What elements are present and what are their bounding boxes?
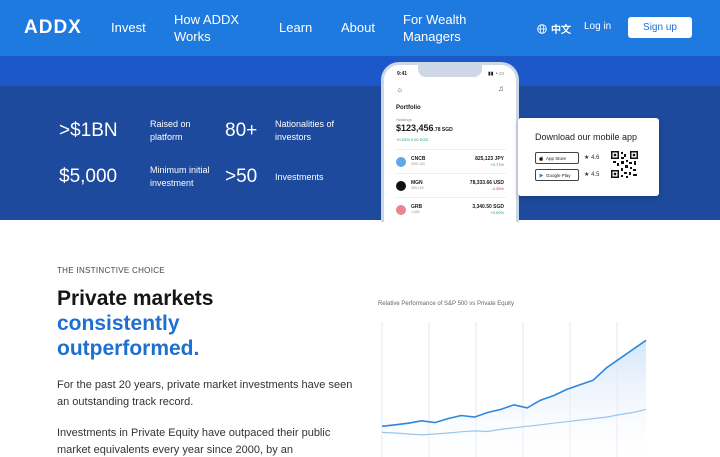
bell-icon: ♫ (498, 84, 504, 93)
signal-icon: ▮▮ ◔ ▭ (487, 71, 504, 77)
chart-title: Relative Performance of S&P 500 vs Priva… (378, 301, 514, 307)
phone-mockup: 9:41 ▮▮ ◔ ▭ ☼ ♫ Portfolio Holdings $123,… (381, 62, 519, 222)
google-play-icon (539, 173, 544, 177)
asset-sub: 1,650 (411, 210, 420, 214)
google-play-label: Google Play (546, 172, 571, 178)
stat-value-investments: >50 (225, 166, 258, 187)
section-paragraph-2: Investments in Private Equity have outpa… (57, 427, 331, 456)
signup-button[interactable]: Sign up (628, 17, 692, 38)
nav-learn[interactable]: Learn (279, 19, 312, 36)
app-store-label: App Store (546, 155, 567, 161)
asset-change: -4.35% (491, 186, 504, 191)
performance-chart (381, 322, 647, 457)
apple-icon (539, 155, 543, 161)
nav-about[interactable]: About (341, 19, 375, 36)
language-label: 中文 (551, 25, 571, 36)
app-store-rating-value: 4.6 (591, 155, 600, 161)
asset-icon (396, 157, 406, 167)
section-headline: Private markets consistently outperforme… (57, 286, 213, 361)
list-item: MGN 350,150 78,333.66 USD -4.35% (394, 173, 506, 197)
phone-balance-main: $123,456 (396, 123, 434, 133)
stat-label-minimum: Minimum initial investment (150, 165, 210, 188)
asset-icon (396, 205, 406, 215)
login-link[interactable]: Log in (584, 21, 611, 32)
sun-icon: ☼ (396, 85, 404, 94)
addx-logo[interactable]: ADDX (24, 17, 82, 39)
headline-line-2: consistently (57, 312, 180, 335)
star-icon: ★ (584, 172, 590, 178)
star-icon: ★ (584, 155, 590, 161)
stat-label-raised: Raised on platform (150, 119, 191, 142)
stat-value-nationalities: 80+ (225, 120, 258, 141)
chart-area-series-1 (382, 340, 646, 457)
headline-line-3: outperformed. (57, 337, 200, 360)
phone-change: +0.03% 0.00 SGD (396, 137, 429, 142)
google-play-rating: ★ 4.5 (584, 171, 599, 178)
phone-time: 9:41 (397, 71, 408, 77)
app-download-title: Download our mobile app (535, 132, 638, 142)
google-play-rating-value: 4.5 (591, 172, 600, 178)
hero-top-strip (0, 56, 720, 86)
phone-portfolio-title: Portfolio (396, 105, 421, 111)
nav-invest[interactable]: Invest (111, 19, 146, 36)
asset-sub: 350,150 (411, 186, 424, 190)
top-navigation-bar: ADDX Invest How ADDX Works Learn About F… (0, 0, 720, 56)
asset-icon (396, 181, 406, 191)
list-item: GRB 1,650 3,340.50 SGD +0.00% (394, 197, 506, 221)
headline-line-1: Private markets (57, 287, 214, 310)
phone-balance: $123,456.78 SGD (396, 123, 453, 133)
phone-notch (418, 65, 482, 77)
language-switcher[interactable]: 中文 (537, 21, 571, 36)
stat-label-investments: Investments (275, 172, 324, 182)
section-paragraph-1: For the past 20 years, private market in… (57, 379, 353, 408)
google-play-button[interactable]: Google Play (535, 169, 579, 181)
phone-holdings-label: Holdings (396, 117, 412, 122)
qr-code-icon (611, 151, 638, 178)
app-store-rating: ★ 4.6 (584, 154, 599, 161)
stat-value-raised: >$1BN (59, 120, 118, 141)
section-eyebrow: THE INSTINCTIVE CHOICE (57, 266, 165, 275)
list-item: CNCB SBD,100 825,123 JPY +0.71% (394, 149, 506, 173)
globe-icon (537, 23, 547, 34)
asset-sub: SBD,100 (411, 162, 426, 166)
asset-change: +0.71% (490, 162, 504, 167)
asset-change: +0.00% (490, 210, 504, 215)
stat-value-minimum: $5,000 (59, 166, 118, 187)
phone-balance-cents: .78 SGD (433, 127, 453, 133)
app-store-button[interactable]: App Store (535, 152, 579, 164)
app-download-card: Download our mobile app App Store ★ 4.6 … (518, 118, 659, 196)
nav-how-addx-works[interactable]: How ADDX Works (174, 11, 244, 45)
nav-for-wealth-managers[interactable]: For Wealth Managers (403, 11, 483, 45)
stat-label-nationalities: Nationalities of investors (275, 119, 335, 142)
